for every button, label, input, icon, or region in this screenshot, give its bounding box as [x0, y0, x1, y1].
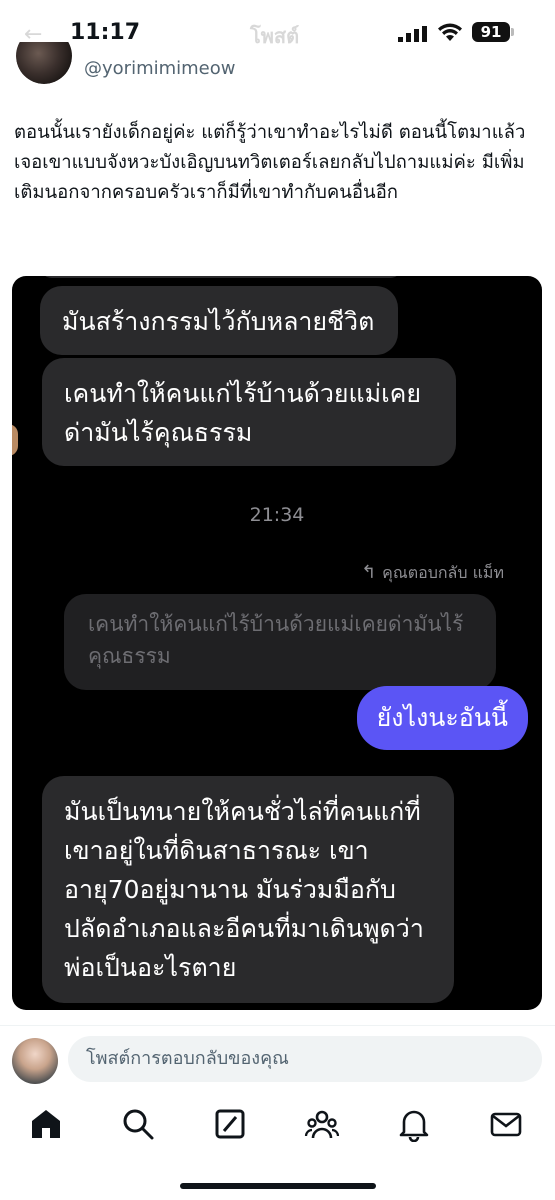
bottom-tab-bar: [0, 1098, 555, 1158]
status-time: 11:17: [70, 20, 141, 45]
wifi-icon: [438, 23, 462, 41]
reply-context-label: ↰ คุณตอบกลับ แม็ท: [361, 561, 504, 586]
battery-nub: [511, 28, 514, 36]
search-icon[interactable]: [120, 1106, 156, 1142]
message-text: เคนทำให้คนแก่ไร้บ้านด้วยแม่เคยด่ามันไร้ค…: [64, 379, 422, 447]
attached-chat-screenshot[interactable]: มันสร้างกรรมไว้กับหลายชีวิต เคนทำให้คนแก…: [12, 276, 542, 1010]
sender-avatar: [12, 424, 18, 456]
reply-composer: โพสต์การตอบกลับของคุณ: [0, 1025, 555, 1096]
reply-arrow-icon: ↰: [361, 562, 377, 583]
post-text: ตอนนั้นเรายังเด็กอยู่ค่ะ แต่ก็รู้ว่าเขาท…: [14, 122, 526, 203]
incoming-message: มันเป็นทนายให้คนชั่วไล่ที่คนแก่ที่เขาอยู…: [42, 776, 454, 1003]
incoming-message: มันสร้างกรรมไว้กับหลายชีวิต: [40, 286, 399, 355]
reply-input[interactable]: โพสต์การตอบกลับของคุณ: [68, 1036, 542, 1082]
author-avatar[interactable]: [16, 42, 72, 84]
incoming-message: เคนทำให้คนแก่ไร้บ้านด้วยแม่เคยด่ามันไร้ค…: [42, 358, 456, 466]
messages-icon[interactable]: [488, 1106, 524, 1142]
communities-icon[interactable]: [304, 1106, 340, 1142]
grok-icon[interactable]: [212, 1106, 248, 1142]
cropped-bubble: [40, 276, 402, 278]
status-bar: ← 11:17 โพสต์ 91: [0, 0, 555, 60]
outgoing-message: ยังไงนะอันนี้: [356, 686, 528, 750]
home-icon[interactable]: [28, 1106, 64, 1142]
my-avatar[interactable]: [12, 1038, 58, 1084]
reply-context-text: คุณตอบกลับ แม็ท: [382, 563, 504, 582]
battery-indicator: 91: [472, 22, 510, 42]
message-timestamp: 21:34: [249, 504, 305, 526]
nav-title: โพสต์: [250, 24, 300, 48]
home-indicator: [180, 1183, 376, 1189]
signal-icon: [398, 26, 427, 42]
quoted-message: เคนทำให้คนแก่ไร้บ้านด้วยแม่เคยด่ามันไร้ค…: [64, 594, 496, 690]
notifications-icon[interactable]: [396, 1106, 432, 1142]
author-handle[interactable]: @yorimimimeow: [84, 58, 235, 79]
